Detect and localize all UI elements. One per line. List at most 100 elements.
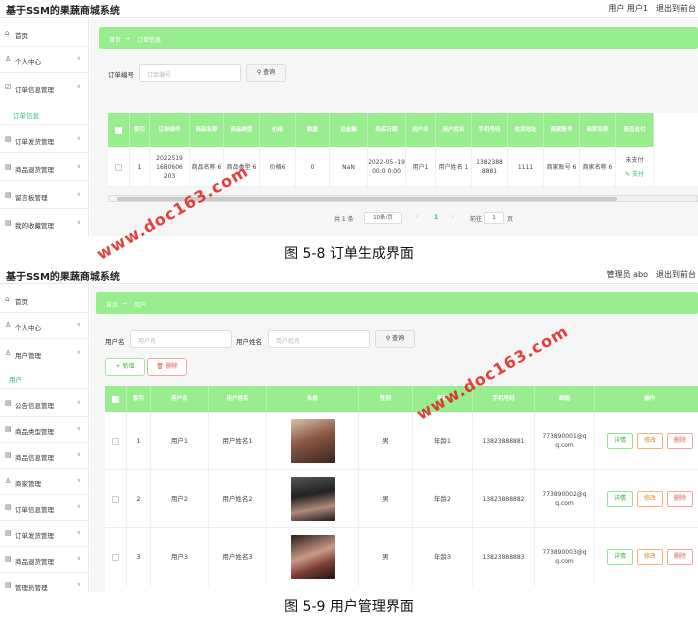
delete-button[interactable]: 🗑 删除 <box>147 358 187 376</box>
breadcrumb-separator: → <box>125 35 131 42</box>
current-user: 用户 用户1 <box>608 4 648 13</box>
menu-order-shipping[interactable]: ▤ 订单发货管理 ∨ <box>0 127 89 153</box>
menu-returns[interactable]: ▤ 商品退货管理 ∨ <box>0 547 89 573</box>
edit-button[interactable]: 修改 <box>637 433 663 449</box>
prev-page-icon[interactable]: ‹ <box>416 213 418 220</box>
menu-order-info[interactable]: 订单信息 <box>0 101 89 125</box>
edit-button[interactable]: 修改 <box>637 549 663 565</box>
select-all-checkbox[interactable] <box>105 386 127 412</box>
app-title: 基于SSM的果蔬商城系统 <box>6 6 120 17</box>
detail-button[interactable]: 详情 <box>607 433 633 449</box>
cell-gender: 男 <box>359 412 413 470</box>
exit-to-front-link[interactable]: 退出到前台 <box>656 3 696 14</box>
cell-actions: 详情 修改 删除 <box>595 412 698 470</box>
menu-product-types[interactable]: ▤ 商品类型管理 ∨ <box>0 417 89 443</box>
detail-button[interactable]: 详情 <box>607 491 633 507</box>
menu-admins[interactable]: ▤ 管理员管理 ∨ <box>0 573 89 592</box>
cell-age: 年龄3 <box>413 528 473 586</box>
query-button-label: 查询 <box>392 335 405 342</box>
exit-to-front-link[interactable]: 退出到前台 <box>656 269 696 280</box>
home-icon: ⌂ <box>5 295 10 303</box>
goto-page-input[interactable]: 1 <box>484 212 504 224</box>
user-icon: ♙ <box>5 477 12 485</box>
cell-avatar <box>267 470 359 528</box>
cell: 2022-05 -19 00:0 0:00 <box>368 147 406 187</box>
list-icon: ▤ <box>5 219 12 227</box>
select-all-checkbox[interactable] <box>108 113 130 147</box>
menu-label: 管理员管理 <box>15 584 48 592</box>
col-header: 操作 <box>595 386 698 412</box>
page-number[interactable]: 1 <box>434 214 438 221</box>
query-button[interactable]: ⚲ 查询 <box>246 64 286 82</box>
menu-products[interactable]: ▤ 商品信息管理 ∨ <box>0 443 89 469</box>
menu-merchants[interactable]: ♙ 商家管理 ∨ <box>0 469 89 495</box>
page-size-select[interactable]: 10条/页 <box>364 212 402 224</box>
avatar <box>291 535 335 579</box>
chevron-down-icon: ∨ <box>76 581 81 588</box>
menu-personal-center[interactable]: ♙ 个人中心 ∨ <box>0 313 89 339</box>
query-button[interactable]: ⚲ 查询 <box>375 330 415 348</box>
menu-personal-center[interactable]: ♙ 个人中心 ∨ <box>0 47 89 73</box>
trash-icon: 🗑 <box>156 363 166 370</box>
menu-order-management[interactable]: ☑ 订单信息管理 ∧ <box>0 75 89 101</box>
menu-home[interactable]: ⌂ 首页 <box>0 287 89 313</box>
detail-button[interactable]: 详情 <box>607 549 633 565</box>
list-icon: ▤ <box>5 581 12 589</box>
app-title: 基于SSM的果蔬商城系统 <box>6 272 120 283</box>
user-fullname-input[interactable]: 用户姓名 <box>268 330 370 348</box>
delete-row-button[interactable]: 删除 <box>667 549 693 565</box>
pay-link-label: 支付 <box>631 170 644 178</box>
col-header: 商品类型 <box>224 113 260 147</box>
user-icon: ♙ <box>5 321 12 329</box>
chevron-down-icon: ∨ <box>76 425 81 432</box>
menu-label: 商品退货管理 <box>15 558 54 566</box>
order-number-input[interactable]: 订单编号 <box>139 64 241 82</box>
delete-row-button[interactable]: 删除 <box>667 433 693 449</box>
order-number-label: 订单编号 <box>108 71 134 79</box>
menu-user-management[interactable]: ♙ 用户管理 ∧ <box>0 341 89 367</box>
add-button[interactable]: + 新增 <box>105 358 145 376</box>
menu-label: 公告信息管理 <box>15 402 54 410</box>
cell-index: 3 <box>127 528 151 586</box>
row-checkbox[interactable] <box>108 147 130 187</box>
menu-favorites[interactable]: ▤ 我的收藏管理 ∨ <box>0 211 89 236</box>
page-unit-label: 页 <box>507 216 514 223</box>
figure-caption: 图 5-9 用户管理界面 <box>284 599 414 615</box>
row-checkbox[interactable] <box>105 412 127 470</box>
cell-phone: 13823888883 <box>473 528 535 586</box>
row-checkbox[interactable] <box>105 528 127 586</box>
menu-users[interactable]: 用户 <box>0 365 89 389</box>
cell-username: 用户2 <box>151 470 209 528</box>
checkbox-icon: ☑ <box>5 83 12 91</box>
cell-index: 2 <box>127 470 151 528</box>
avatar <box>291 419 335 463</box>
row-checkbox[interactable] <box>105 470 127 528</box>
menu-message-board[interactable]: ▤ 留言板管理 ∨ <box>0 183 89 209</box>
pay-link[interactable]: ✎ 支付 <box>625 170 644 179</box>
delete-row-button[interactable]: 删除 <box>667 491 693 507</box>
main-content: 首页 → 用户 用户名 用户名 用户姓名 用户姓名 ⚲ 查询 + 新增 🗑 删除… <box>90 285 698 592</box>
breadcrumb: 首页 → 用户 <box>96 292 698 314</box>
next-page-icon[interactable]: › <box>452 213 454 220</box>
cell-age: 年龄2 <box>413 470 473 528</box>
col-header: 是否支付 <box>616 113 654 147</box>
menu-order-shipping[interactable]: ▤ 订单发货管理 ∨ <box>0 521 89 547</box>
menu-orders[interactable]: ▤ 订单信息管理 ∨ <box>0 495 89 521</box>
cell-username: 用户3 <box>151 528 209 586</box>
list-icon: ▤ <box>5 555 12 563</box>
menu-announcements[interactable]: ▤ 公告信息管理 ∨ <box>0 391 89 417</box>
sidebar: ⌂ 首页 ♙ 个人中心 ∨ ♙ 用户管理 ∧ 用户 ▤ 公告信息管理 ∨ ▤ 商… <box>0 285 89 592</box>
col-header: 用户姓名 <box>209 386 267 412</box>
chevron-down-icon: ∨ <box>76 399 81 406</box>
edit-button[interactable]: 修改 <box>637 491 663 507</box>
username-input[interactable]: 用户名 <box>130 330 232 348</box>
menu-label: 用户管理 <box>15 352 41 360</box>
menu-home[interactable]: ⌂ 首页 <box>0 21 89 47</box>
col-header: 购买日期 <box>368 113 406 147</box>
cell-gender: 男 <box>359 528 413 586</box>
breadcrumb-home[interactable]: 首页 <box>106 300 118 309</box>
user-icon: ♙ <box>5 55 12 63</box>
menu-returns[interactable]: ▤ 商品退货管理 ∨ <box>0 155 89 181</box>
breadcrumb-home[interactable]: 首页 <box>109 35 121 44</box>
chevron-down-icon: ∨ <box>76 191 81 198</box>
